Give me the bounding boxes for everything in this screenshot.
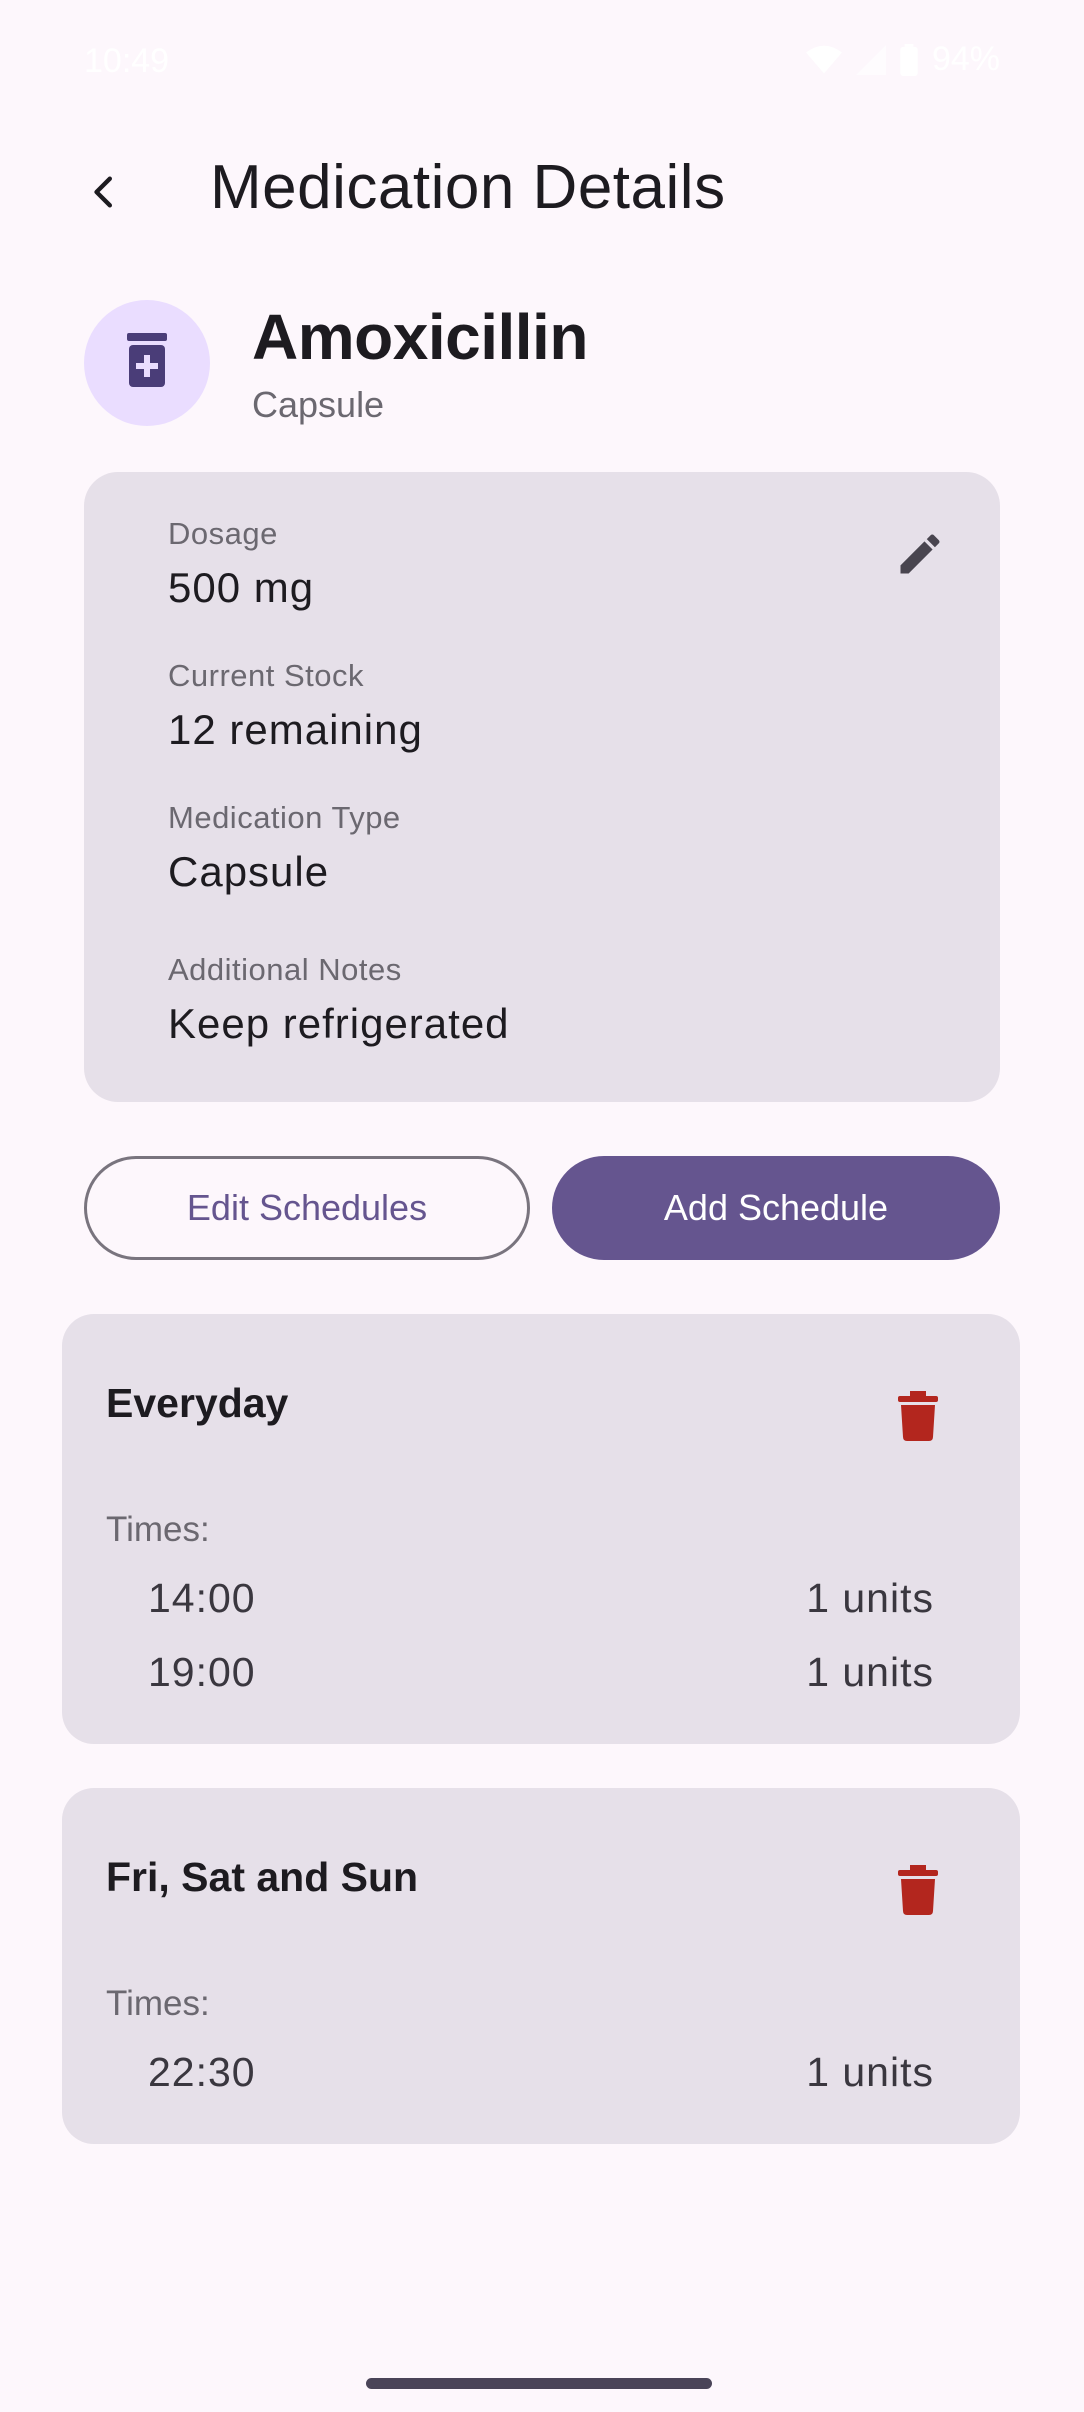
edit-pencil-icon — [894, 528, 946, 585]
edit-schedules-button[interactable]: Edit Schedules — [84, 1156, 530, 1260]
home-indicator[interactable] — [366, 2378, 712, 2389]
page-title: Medication Details — [210, 153, 726, 222]
status-time: 10:49 — [84, 42, 170, 80]
delete-schedule-button[interactable] — [888, 1388, 948, 1448]
additional-notes-value: Keep refrigerated — [168, 1000, 510, 1047]
medication-avatar — [84, 300, 210, 426]
trash-icon — [898, 1390, 938, 1446]
time-row: 19:00 1 units — [148, 1644, 934, 1700]
time-value: 14:00 — [148, 1574, 256, 1621]
trash-icon — [898, 1864, 938, 1920]
units-value: 1 units — [806, 1648, 934, 1695]
medication-bottle-icon — [123, 332, 171, 394]
schedule-title: Everyday — [106, 1380, 289, 1426]
current-stock-label: Current Stock — [168, 658, 365, 693]
time-value: 19:00 — [148, 1648, 256, 1695]
status-bar: 10:49 94% — [0, 0, 1084, 120]
add-schedule-button[interactable]: Add Schedule — [552, 1156, 1000, 1260]
battery-icon — [900, 43, 918, 76]
wifi-icon — [805, 45, 842, 75]
current-stock-value: 12 remaining — [168, 706, 423, 753]
status-icons: 94% — [805, 40, 1000, 79]
schedule-card: Fri, Sat and Sun Times: 22:30 1 units — [62, 1788, 1020, 2144]
medication-type-subtitle: Capsule — [252, 384, 385, 425]
schedule-title: Fri, Sat and Sun — [106, 1854, 419, 1900]
times-label: Times: — [106, 1984, 210, 2023]
units-value: 1 units — [806, 1574, 934, 1621]
dosage-value: 500 mg — [168, 564, 315, 611]
time-value: 22:30 — [148, 2048, 256, 2095]
time-row: 14:00 1 units — [148, 1570, 934, 1626]
edit-medication-button[interactable] — [880, 516, 960, 596]
arrow-back-icon — [84, 172, 124, 217]
medication-name: Amoxicillin — [252, 301, 588, 373]
medication-header: Amoxicillin Capsule — [84, 300, 1000, 430]
dosage-label: Dosage — [168, 516, 278, 551]
back-button[interactable] — [66, 156, 142, 232]
time-row: 22:30 1 units — [148, 2044, 934, 2100]
additional-notes-label: Additional Notes — [168, 952, 402, 987]
delete-schedule-button[interactable] — [888, 1862, 948, 1922]
units-value: 1 units — [806, 2048, 934, 2095]
schedule-card: Everyday Times: 14:00 1 units 19:00 1 un… — [62, 1314, 1020, 1744]
medication-type-value: Capsule — [168, 848, 330, 895]
times-label: Times: — [106, 1510, 210, 1549]
top-app-bar: Medication Details — [0, 130, 1084, 250]
battery-percent: 94% — [931, 40, 1000, 78]
medication-details-card: Dosage 500 mg Current Stock 12 remaining… — [84, 472, 1000, 1102]
medication-type-label: Medication Type — [168, 800, 401, 835]
signal-icon — [855, 44, 886, 75]
